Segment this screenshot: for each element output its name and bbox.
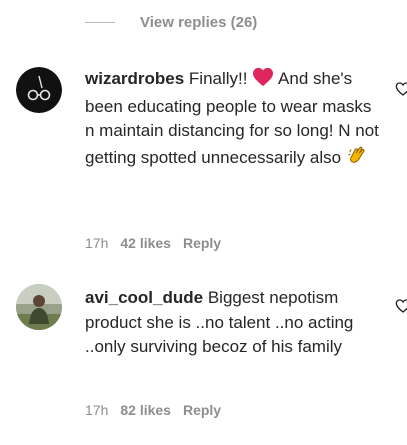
avatar[interactable] xyxy=(16,67,62,113)
comment-likes-count[interactable]: 82 likes xyxy=(120,402,171,418)
comment-meta: 17h 82 likes Reply xyxy=(85,402,221,418)
comment-text: wizardrobes Finally!! And she's been edu… xyxy=(85,67,381,173)
comment-username[interactable]: avi_cool_dude xyxy=(85,288,203,307)
comment-meta: 17h 42 likes Reply xyxy=(85,235,221,251)
reply-button[interactable]: Reply xyxy=(183,235,221,251)
replies-divider-line xyxy=(85,22,115,23)
reply-button[interactable]: Reply xyxy=(183,402,221,418)
red-heart-emoji-icon xyxy=(252,67,274,95)
comment-text-part: Finally!! xyxy=(184,69,253,88)
view-replies-label: View replies (26) xyxy=(140,14,258,31)
comment-timestamp: 17h xyxy=(85,402,109,418)
clapping-hands-emoji-icon xyxy=(346,144,368,174)
comment-likes-count[interactable]: 42 likes xyxy=(120,235,171,251)
view-replies-button[interactable]: View replies (26) xyxy=(85,14,257,31)
like-heart-icon[interactable] xyxy=(395,81,407,97)
comment-username[interactable]: wizardrobes xyxy=(85,69,184,88)
like-heart-icon[interactable] xyxy=(395,298,407,314)
comment-text: avi_cool_dude Biggest nepotism product s… xyxy=(85,286,381,360)
comment-timestamp: 17h xyxy=(85,235,109,251)
avatar[interactable] xyxy=(16,284,62,330)
